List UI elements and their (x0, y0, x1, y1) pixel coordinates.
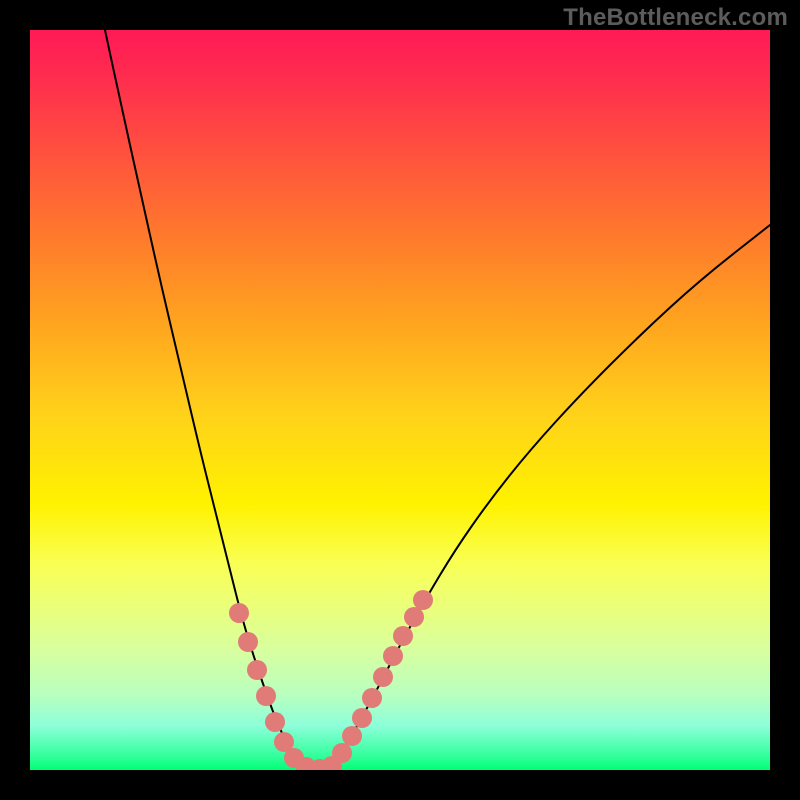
data-marker (373, 667, 393, 687)
data-marker (229, 603, 249, 623)
data-marker (238, 632, 258, 652)
chart-frame: TheBottleneck.com (0, 0, 800, 800)
data-marker (342, 726, 362, 746)
plot-area (30, 30, 770, 770)
data-marker (265, 712, 285, 732)
data-marker (247, 660, 267, 680)
data-marker (256, 686, 276, 706)
data-marker (352, 708, 372, 728)
data-marker (393, 626, 413, 646)
curve-left-branch (105, 30, 304, 767)
data-marker (383, 646, 403, 666)
data-marker (362, 688, 382, 708)
data-marker (404, 607, 424, 627)
curve-right-branch (330, 225, 770, 767)
data-marker (332, 743, 352, 763)
data-marker (413, 590, 433, 610)
bottleneck-curve (30, 30, 770, 770)
watermark-text: TheBottleneck.com (563, 4, 788, 32)
